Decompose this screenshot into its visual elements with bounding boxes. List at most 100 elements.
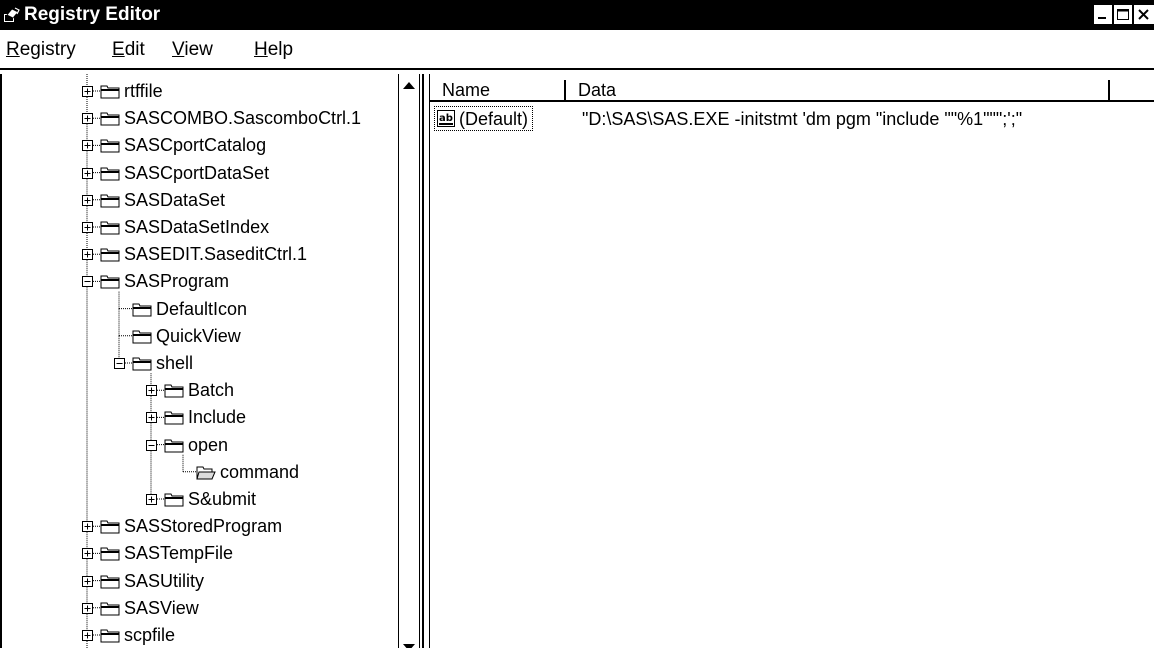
- tree-item[interactable]: Batch: [2, 377, 402, 404]
- expand-plus-icon[interactable]: [146, 494, 157, 505]
- window-title: Registry Editor: [24, 4, 161, 25]
- tree-item[interactable]: S&ubmit: [2, 486, 402, 513]
- value-data: "D:\SAS\SAS.EXE -initstmt 'dm pgm "inclu…: [582, 109, 1023, 129]
- tree-item[interactable]: SASProgram: [2, 268, 402, 295]
- folder-icon: [100, 547, 120, 561]
- registry-editor-icon: [4, 7, 20, 22]
- tree-item-label: SASCportDataSet: [124, 162, 270, 183]
- tree-item[interactable]: SASStoredProgram: [2, 513, 402, 540]
- expand-plus-icon[interactable]: [82, 167, 93, 179]
- tree-item[interactable]: SASCportCatalog: [2, 132, 402, 159]
- menu-view[interactable]: View: [172, 38, 213, 62]
- tree-item[interactable]: DefaultIcon: [2, 296, 402, 323]
- folder-icon: [100, 167, 120, 181]
- tree-item[interactable]: SASDataSet: [2, 187, 402, 214]
- close-icon: [1138, 9, 1149, 20]
- tree-item-label: SASDataSetIndex: [124, 217, 270, 237]
- expand-plus-icon[interactable]: [146, 385, 157, 397]
- folder-icon: [100, 112, 120, 126]
- scroll-down-arrow-icon[interactable]: [399, 636, 419, 648]
- tree-item[interactable]: rtffile: [2, 78, 402, 105]
- list-item[interactable]: ab (Default) "D:\SAS\SAS.EXE -initstmt '…: [430, 106, 1130, 132]
- folder-icon: [132, 357, 152, 371]
- tree-item[interactable]: shell: [2, 350, 402, 377]
- tree-item-label: DefaultIcon: [156, 298, 248, 319]
- tree-item-label: SASUtility: [124, 570, 205, 591]
- tree-item-label: QuickView: [156, 325, 241, 346]
- title-bar: Registry Editor: [0, 0, 1154, 30]
- maximize-button[interactable]: [1113, 4, 1133, 25]
- collapse-minus-icon[interactable]: [146, 439, 157, 451]
- menu-bar: Registry Edit View Help: [0, 30, 1154, 70]
- expand-plus-icon[interactable]: [82, 222, 93, 233]
- tree-item-label: Include: [188, 407, 247, 428]
- column-header-filler: [1110, 80, 1154, 102]
- tree-item[interactable]: SASCportDataSet: [2, 160, 402, 187]
- tree-item[interactable]: scpfile: [2, 622, 402, 648]
- expand-plus-icon[interactable]: [146, 412, 157, 424]
- folder-icon: [100, 275, 120, 289]
- scroll-up-arrow-icon[interactable]: [399, 76, 419, 96]
- tree-item-label: rtffile: [124, 81, 163, 101]
- expand-plus-icon[interactable]: [82, 113, 93, 125]
- expand-plus-icon[interactable]: [82, 86, 93, 97]
- collapse-minus-icon[interactable]: [114, 358, 125, 369]
- expand-plus-icon[interactable]: [82, 521, 93, 533]
- menu-edit[interactable]: Edit: [112, 38, 145, 62]
- svg-text:ab: ab: [439, 113, 453, 124]
- tree-item[interactable]: SASEDIT.SaseditCtrl.1: [2, 241, 402, 268]
- folder-icon: [100, 520, 120, 534]
- folder-icon: [100, 85, 120, 99]
- collapse-minus-icon[interactable]: [82, 276, 93, 288]
- minimize-icon: [1098, 17, 1106, 19]
- tree-item-label: SASCOMBO.SascomboCtrl.1: [124, 108, 362, 129]
- value-name: (Default): [459, 109, 529, 129]
- tree-item[interactable]: QuickView: [2, 323, 402, 350]
- folder-icon: [100, 575, 120, 589]
- open-folder-icon: [196, 466, 216, 480]
- folder-icon: [132, 303, 152, 317]
- tree-item[interactable]: command: [2, 459, 402, 486]
- tree-item-label: open: [188, 434, 229, 455]
- tree-item-label: SASDataSet: [124, 189, 226, 210]
- menu-registry[interactable]: Registry: [6, 38, 76, 62]
- expand-plus-icon[interactable]: [82, 194, 93, 206]
- tree-item[interactable]: open: [2, 432, 402, 459]
- registry-key-tree[interactable]: rtffile SASCOMBO.SascomboCtrl.1 SASCportCa…: [0, 74, 424, 648]
- tree-item[interactable]: SASView: [2, 595, 402, 622]
- expand-plus-icon[interactable]: [82, 630, 93, 641]
- minimize-button[interactable]: [1093, 4, 1113, 25]
- expand-plus-icon[interactable]: [82, 575, 93, 587]
- tree-item[interactable]: SASTempFile: [2, 540, 402, 567]
- folder-icon: [132, 330, 152, 344]
- folder-icon: [164, 384, 184, 398]
- pane-splitter[interactable]: [422, 74, 430, 648]
- tree-item[interactable]: Include: [2, 404, 402, 431]
- folder-icon: [100, 194, 120, 208]
- expand-plus-icon[interactable]: [82, 249, 93, 261]
- tree-item-label: SASStoredProgram: [124, 516, 283, 537]
- tree-item-label: Batch: [188, 380, 235, 401]
- menu-help[interactable]: Help: [254, 38, 293, 62]
- expand-plus-icon[interactable]: [82, 140, 93, 152]
- tree-item[interactable]: SASUtility: [2, 568, 402, 595]
- maximize-icon: [1117, 9, 1129, 20]
- column-header-name[interactable]: Name: [430, 80, 566, 102]
- tree-item-label: SASTempFile: [124, 543, 234, 564]
- registry-values-list[interactable]: Name Data ab (Default) "D:\SAS\SAS.EXE -…: [430, 74, 1154, 648]
- tree-item[interactable]: SASCOMBO.SascomboCtrl.1: [2, 105, 402, 132]
- tree-item-label: SASProgram: [124, 271, 230, 292]
- tree-item-label: SASView: [124, 597, 199, 618]
- folder-icon: [164, 439, 184, 453]
- close-button[interactable]: [1133, 4, 1154, 25]
- folder-icon: [164, 493, 184, 507]
- tree-vertical-scrollbar[interactable]: [398, 74, 420, 648]
- column-header-data[interactable]: Data: [566, 80, 1110, 102]
- expand-plus-icon[interactable]: [82, 602, 93, 614]
- expand-plus-icon[interactable]: [82, 548, 93, 560]
- folder-icon: [100, 629, 120, 643]
- folder-icon: [100, 221, 120, 235]
- tree-item-label: S&ubmit: [188, 489, 257, 509]
- tree-item[interactable]: SASDataSetIndex: [2, 214, 402, 241]
- value-name-cell[interactable]: ab (Default): [434, 106, 534, 131]
